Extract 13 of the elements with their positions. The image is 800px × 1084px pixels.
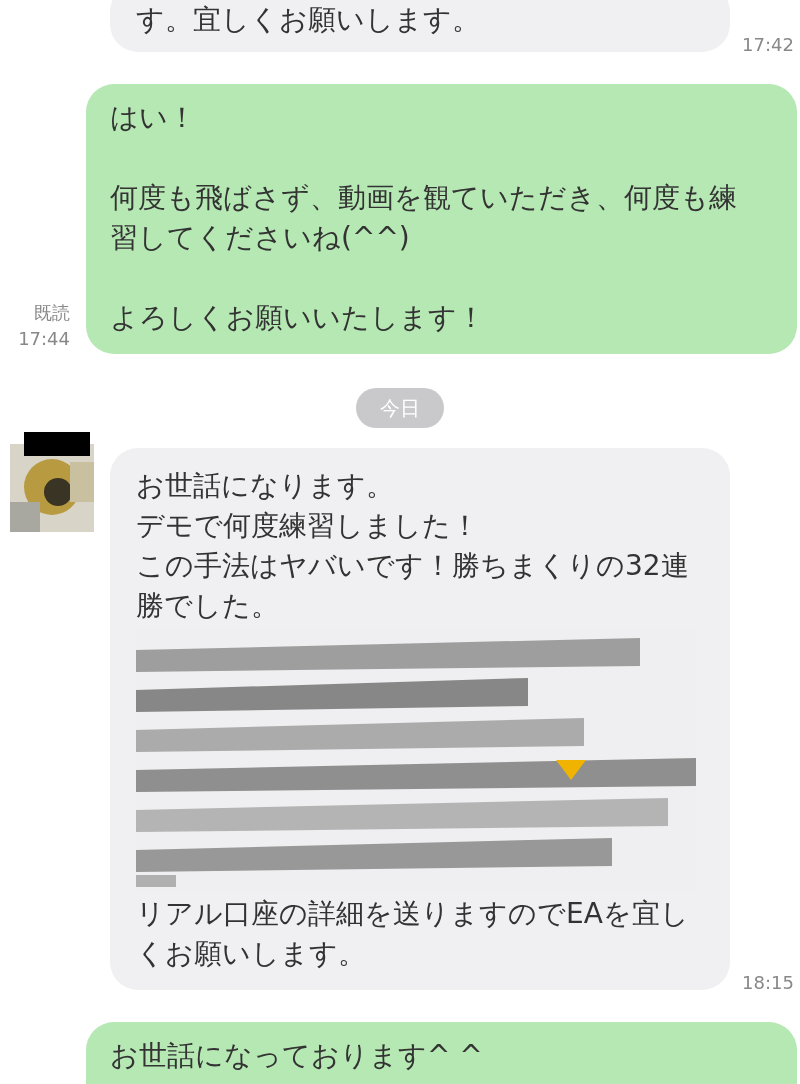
message-text: よろしくお願いいたします！ [110,300,486,336]
message-text: リアル口座の詳細を送りますのでEAを宜しくお願いします。 [136,896,690,972]
message-text: はい！ [110,100,197,136]
message-time: 18:15 [742,971,794,995]
message-text: お世話になっております^ ^ [110,1038,484,1074]
read-receipt: 既読 [34,301,70,325]
message-time: 17:44 [18,327,70,351]
message-time: 17:42 [742,33,794,57]
message-text: 何度も飛ばさず、動画を観ていただき、何度も練習してくださいね(^^) [110,180,738,256]
message-text: お世話になります。 [136,468,395,504]
message-text: デモで何度練習しました！ [136,508,480,544]
message-text: この手法はヤバいです！勝ちまくりの32連勝でした。 [136,548,690,624]
message-text: す。宜しくお願いします。 [136,2,481,38]
